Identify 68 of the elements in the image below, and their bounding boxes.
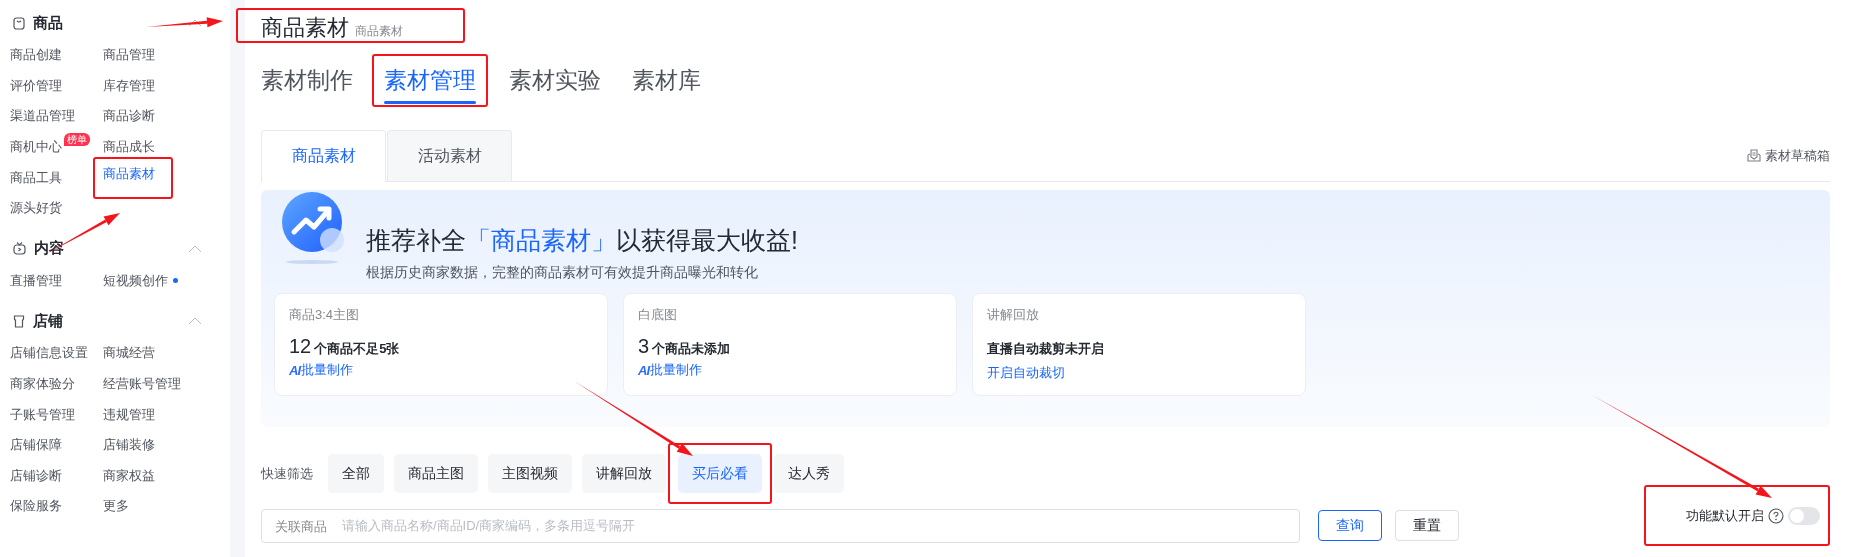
action-link[interactable]: 开启自动裁切 bbox=[987, 364, 1065, 382]
count-value: 3 bbox=[638, 335, 650, 358]
action-link[interactable]: AI批量制作 bbox=[638, 361, 702, 379]
card-label: 商品3:4主图 bbox=[289, 306, 361, 324]
sidebar-item[interactable]: 商品工具 bbox=[10, 168, 62, 187]
sidebar-item[interactable]: 子账号管理 bbox=[10, 405, 75, 424]
tab[interactable]: 素材库 bbox=[632, 60, 701, 101]
sidebar-item[interactable]: 违规管理 bbox=[103, 405, 155, 424]
sidebar-item[interactable]: 商品创建 bbox=[10, 46, 62, 65]
sidebar-item[interactable]: 商城经营 bbox=[103, 344, 155, 363]
tab[interactable]: 素材制作 bbox=[261, 60, 353, 101]
sidebar-item[interactable]: 评价管理 bbox=[10, 76, 62, 95]
card-label: 讲解回放 bbox=[987, 306, 1040, 324]
sidebar-item[interactable]: 商品管理 bbox=[103, 46, 155, 65]
sidebar-item[interactable]: 经营账号管理 bbox=[103, 375, 181, 394]
sidebar-item[interactable]: 商品成长 bbox=[103, 138, 155, 157]
sidebar-item[interactable]: 商品素材 bbox=[103, 164, 155, 183]
filter-chip[interactable]: 主图视频 bbox=[488, 454, 572, 493]
filter-chip[interactable]: 达人秀 bbox=[774, 454, 844, 493]
section-title: 内容 bbox=[34, 239, 64, 259]
page-title: 商品素材 bbox=[261, 14, 349, 42]
store-icon bbox=[13, 314, 25, 328]
drafts-link[interactable]: 素材草稿箱 bbox=[1747, 146, 1830, 165]
filter-label: 快速筛选 bbox=[261, 464, 313, 483]
card-summary: 个商品未添加 bbox=[652, 340, 731, 358]
inbox-icon bbox=[1747, 149, 1761, 162]
sidebar-item[interactable]: 店铺装修 bbox=[103, 436, 155, 455]
tab[interactable]: 素材实验 bbox=[509, 60, 601, 101]
banner-subtitle: 根据历史商家数据，完整的商品素材可有效提升商品曝光和转化 bbox=[366, 264, 759, 282]
card-summary: 直播自动裁剪未开启 bbox=[987, 340, 1105, 358]
badge: 榜单 bbox=[64, 132, 90, 146]
filter-chip[interactable]: 买后必看 bbox=[678, 454, 762, 493]
filter-chip[interactable]: 全部 bbox=[328, 454, 384, 493]
bag-icon bbox=[13, 16, 25, 30]
sidebar-item[interactable]: 源头好货 bbox=[10, 199, 62, 218]
toggle-switch[interactable] bbox=[1788, 506, 1820, 525]
sidebar-item[interactable]: 库存管理 bbox=[103, 76, 155, 95]
banner-title: 推荐补全「商品素材」以获得最大收益! bbox=[366, 225, 798, 256]
sidebar-item[interactable]: 店铺诊断 bbox=[10, 466, 62, 485]
card-summary: 个商品不足5张 bbox=[314, 340, 400, 358]
sidebar-item[interactable]: 短视频创作 bbox=[103, 271, 168, 290]
card-label: 白底图 bbox=[638, 306, 678, 324]
sidebar-item[interactable]: 商机中心 bbox=[10, 138, 62, 157]
section-title: 商品 bbox=[33, 13, 63, 33]
sidebar-item[interactable]: 保险服务 bbox=[10, 497, 62, 516]
sidebar-item[interactable]: 商家体验分 bbox=[10, 375, 75, 394]
query-button[interactable]: 查询 bbox=[1318, 510, 1382, 541]
sidebar-item[interactable]: 店铺保障 bbox=[10, 436, 62, 455]
sidebar-item[interactable]: 商家权益 bbox=[103, 466, 155, 485]
page-subtitle: 商品素材 bbox=[355, 23, 403, 40]
filter-chip[interactable]: 商品主图 bbox=[394, 454, 478, 493]
tab[interactable]: 活动素材 bbox=[387, 130, 512, 181]
sidebar-item[interactable]: 渠道品管理 bbox=[10, 107, 75, 126]
action-link[interactable]: AI批量制作 bbox=[289, 361, 353, 379]
filter-chip[interactable]: 讲解回放 bbox=[582, 454, 666, 493]
section-title: 店铺 bbox=[33, 311, 63, 331]
count-value: 12 bbox=[289, 335, 312, 358]
toggle-label: 功能默认开启 bbox=[1686, 506, 1764, 525]
tab[interactable]: 商品素材 bbox=[261, 130, 386, 182]
sidebar-item[interactable]: 更多 bbox=[103, 497, 129, 516]
tv-icon bbox=[13, 242, 26, 256]
sidebar-item[interactable]: 直播管理 bbox=[10, 271, 62, 290]
field-label: 关联商品 bbox=[275, 517, 327, 536]
reset-button[interactable]: 重置 bbox=[1395, 510, 1459, 541]
sidebar-item[interactable]: 店铺信息设置 bbox=[10, 344, 88, 363]
sidebar-item[interactable]: 商品诊断 bbox=[103, 107, 155, 126]
tab[interactable]: 素材管理 bbox=[384, 60, 476, 101]
help-icon bbox=[1768, 507, 1784, 524]
